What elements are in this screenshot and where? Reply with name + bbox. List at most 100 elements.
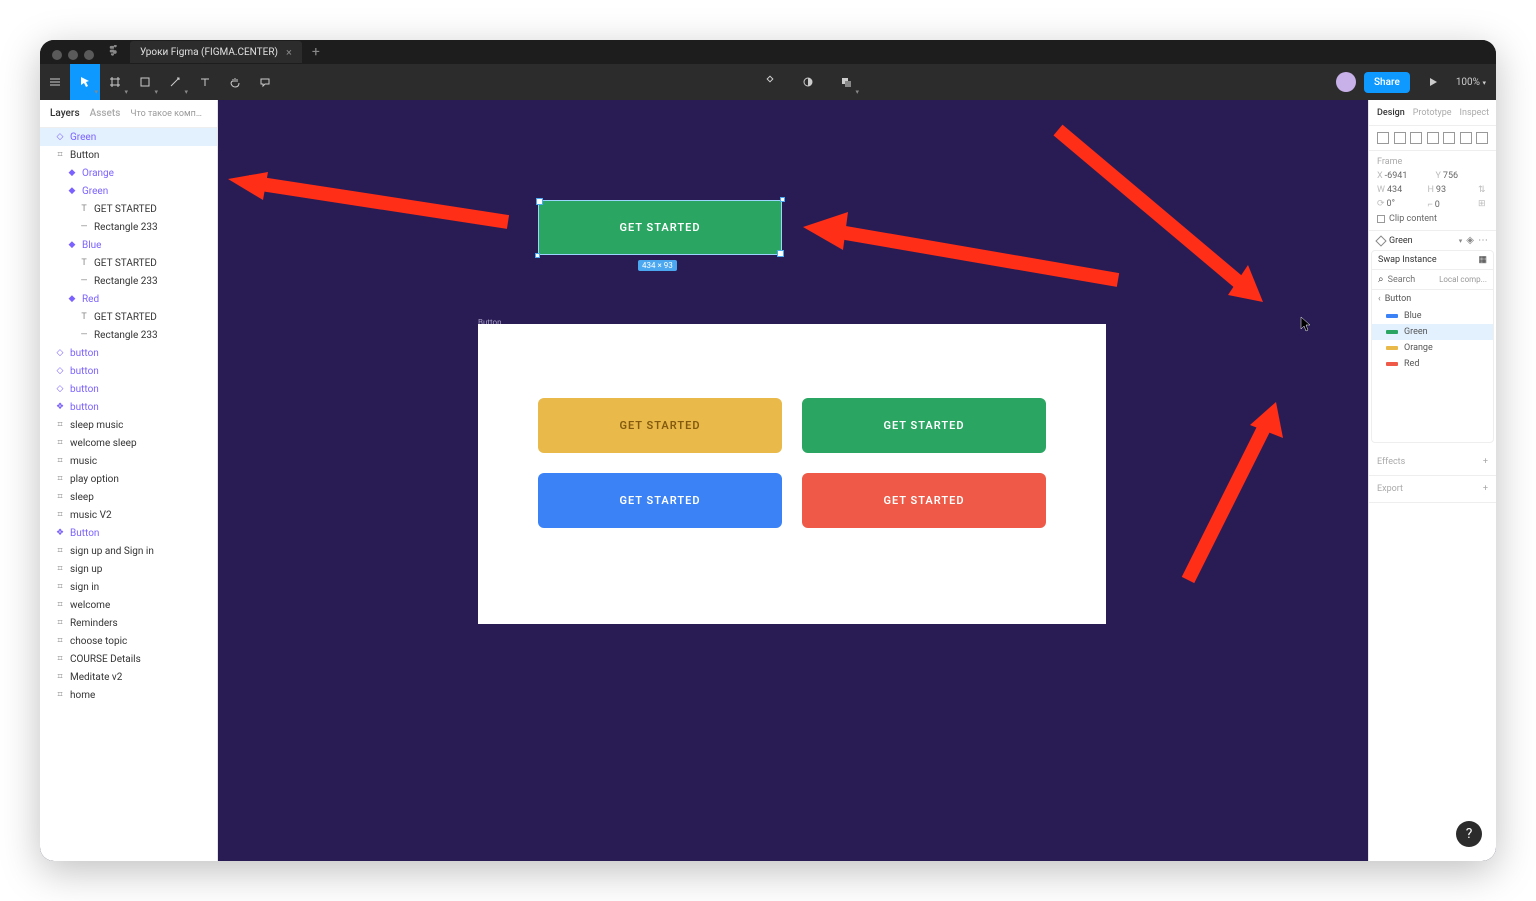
page-selector[interactable]: Что такое компоненты, как с...: [130, 109, 207, 119]
layer-row[interactable]: TGET STARTED: [40, 254, 217, 272]
user-avatar[interactable]: [1336, 72, 1356, 92]
h-field[interactable]: H93: [1428, 185, 1473, 195]
text-tool[interactable]: [190, 64, 220, 100]
layer-row[interactable]: —Rectangle 233: [40, 272, 217, 290]
new-tab-button[interactable]: +: [302, 44, 330, 60]
layer-row[interactable]: ⌗sign up and Sign in: [40, 542, 217, 560]
layer-row[interactable]: ⌗sign up: [40, 560, 217, 578]
swap-search-input[interactable]: [1388, 275, 1428, 285]
layer-row[interactable]: ◇button: [40, 380, 217, 398]
mask-button[interactable]: [793, 64, 823, 100]
layer-label: Orange: [82, 168, 114, 179]
annotation-arrow: [1038, 120, 1278, 310]
layer-row[interactable]: ❖button: [40, 398, 217, 416]
layer-row[interactable]: ⌗home: [40, 686, 217, 704]
layer-row[interactable]: ◇button: [40, 362, 217, 380]
layer-row[interactable]: ◇Green: [40, 128, 217, 146]
menu-button[interactable]: [40, 64, 70, 100]
layer-row[interactable]: ⌗Meditate v2: [40, 668, 217, 686]
effects-section[interactable]: Effects: [1377, 457, 1405, 467]
layer-row[interactable]: ⌗welcome: [40, 596, 217, 614]
goto-main-icon[interactable]: ◈: [1466, 235, 1474, 246]
layer-row[interactable]: ⌗welcome sleep: [40, 434, 217, 452]
layer-type-icon: ⌗: [54, 437, 66, 449]
layer-row[interactable]: ❖Button: [40, 524, 217, 542]
layer-row[interactable]: —Rectangle 233: [40, 218, 217, 236]
window-controls[interactable]: [52, 50, 94, 60]
move-tool[interactable]: ▾: [70, 64, 100, 100]
layer-type-icon: ⌗: [54, 455, 66, 467]
layer-type-icon: ⌗: [54, 563, 66, 575]
component-actions[interactable]: [755, 64, 785, 100]
swap-breadcrumb[interactable]: ‹ Button: [1372, 290, 1493, 308]
layer-row[interactable]: TGET STARTED: [40, 200, 217, 218]
instance-swap-row[interactable]: Green ▾ ◈ ⋯: [1369, 231, 1496, 250]
rotation-field[interactable]: ⟳0°: [1377, 199, 1422, 210]
layer-row[interactable]: ⌗choose topic: [40, 632, 217, 650]
align-controls[interactable]: [1377, 132, 1488, 144]
close-tab-icon[interactable]: ×: [286, 46, 292, 59]
button-blue[interactable]: GET STARTED: [538, 473, 782, 528]
button-green[interactable]: GET STARTED: [802, 398, 1046, 453]
frame-tool[interactable]: ▾: [100, 64, 130, 100]
file-tab[interactable]: Уроки Figma (FIGMA.CENTER) ×: [130, 41, 302, 63]
assets-tab[interactable]: Assets: [90, 108, 121, 119]
grid-toggle-icon[interactable]: ▦: [1478, 255, 1487, 265]
design-tab[interactable]: Design: [1377, 108, 1405, 118]
prototype-tab[interactable]: Prototype: [1413, 108, 1452, 118]
layer-row[interactable]: ◆Red: [40, 290, 217, 308]
more-icon[interactable]: ⋯: [1478, 235, 1488, 246]
layer-label: sign in: [70, 582, 99, 593]
pen-tool[interactable]: ▾: [160, 64, 190, 100]
layer-row[interactable]: ◆Orange: [40, 164, 217, 182]
export-section[interactable]: Export: [1377, 484, 1403, 494]
layer-row[interactable]: ◆Green: [40, 182, 217, 200]
button-orange[interactable]: GET STARTED: [538, 398, 782, 453]
layer-row[interactable]: ⌗play option: [40, 470, 217, 488]
layer-label: Blue: [82, 240, 101, 251]
layer-row[interactable]: ◆Blue: [40, 236, 217, 254]
present-button[interactable]: [1418, 64, 1448, 100]
help-button[interactable]: ?: [1456, 821, 1482, 847]
shape-tool[interactable]: ▾: [130, 64, 160, 100]
layer-row[interactable]: ⌗sleep: [40, 488, 217, 506]
layer-label: Meditate v2: [70, 672, 122, 683]
instance-icon: [1375, 235, 1386, 246]
y-field[interactable]: Y756: [1436, 171, 1489, 181]
w-field[interactable]: W434: [1377, 185, 1422, 195]
swap-option[interactable]: Red: [1372, 356, 1493, 372]
layer-row[interactable]: ⌗music V2: [40, 506, 217, 524]
share-button[interactable]: Share: [1364, 72, 1410, 93]
layer-row[interactable]: ⌗sleep music: [40, 416, 217, 434]
library-scope[interactable]: Local comp...: [1439, 275, 1487, 284]
layers-tab[interactable]: Layers: [50, 108, 80, 119]
comment-tool[interactable]: [250, 64, 280, 100]
layer-row[interactable]: ◇button: [40, 344, 217, 362]
selection-dimensions: 434 × 93: [638, 260, 677, 271]
layer-row[interactable]: TGET STARTED: [40, 308, 217, 326]
swap-option[interactable]: Orange: [1372, 340, 1493, 356]
radius-field[interactable]: ⌐0: [1428, 199, 1473, 210]
canvas[interactable]: GET STARTED 434 × 93 Button GET STARTED …: [218, 100, 1368, 861]
swap-option[interactable]: Blue: [1372, 308, 1493, 324]
layer-row[interactable]: ⌗music: [40, 452, 217, 470]
back-icon[interactable]: ‹: [1378, 294, 1381, 304]
swap-option[interactable]: Green: [1372, 324, 1493, 340]
layer-row[interactable]: ⌗Reminders: [40, 614, 217, 632]
layer-row[interactable]: ⌗sign in: [40, 578, 217, 596]
boolean-button[interactable]: ▾: [831, 64, 861, 100]
x-field[interactable]: X-6941: [1377, 171, 1430, 181]
zoom-control[interactable]: 100% ▾: [1456, 77, 1486, 88]
clip-content-checkbox[interactable]: Clip content: [1377, 214, 1488, 224]
inspect-tab[interactable]: Inspect: [1460, 108, 1490, 118]
button-red[interactable]: GET STARTED: [802, 473, 1046, 528]
hand-tool[interactable]: [220, 64, 250, 100]
layer-row[interactable]: —Rectangle 233: [40, 326, 217, 344]
button-frame[interactable]: GET STARTED GET STARTED GET STARTED GET …: [478, 324, 1106, 624]
layer-type-icon: —: [78, 329, 90, 341]
add-export-icon[interactable]: +: [1483, 484, 1488, 494]
layer-row[interactable]: ⌗Button: [40, 146, 217, 164]
layer-type-icon: —: [78, 221, 90, 233]
layer-row[interactable]: ⌗COURSE Details: [40, 650, 217, 668]
add-effect-icon[interactable]: +: [1483, 457, 1488, 467]
